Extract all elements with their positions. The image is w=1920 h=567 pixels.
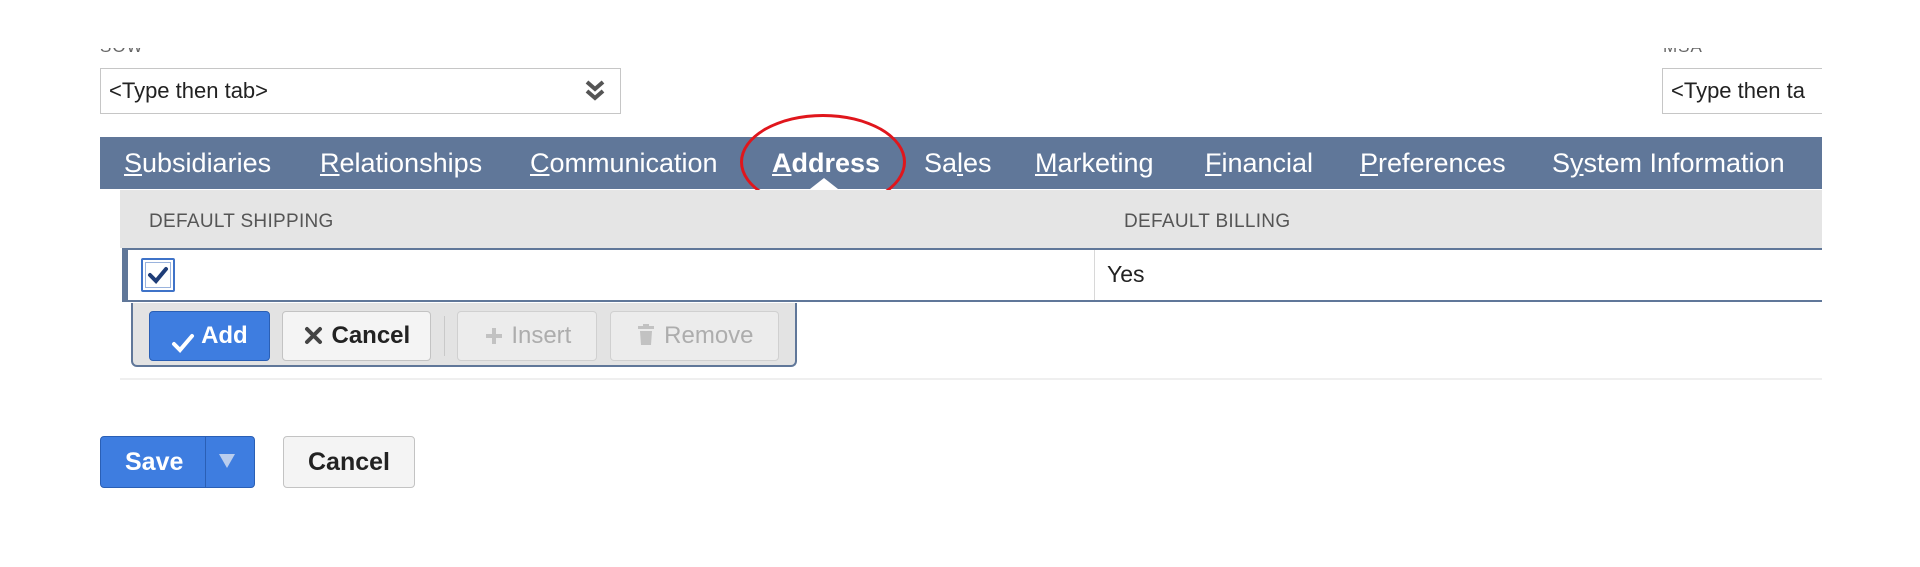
trash-icon (638, 324, 655, 345)
save-button[interactable]: Save (100, 436, 255, 488)
sow-placeholder: <Type then tab> (109, 78, 269, 103)
sublist-header: DEFAULT SHIPPING DEFAULT BILLING (120, 190, 1822, 248)
msa-input[interactable]: <Type then ta (1662, 68, 1822, 114)
tab-subsidiaries[interactable]: Subsidiaries (124, 137, 271, 189)
checkmark-icon (172, 334, 195, 353)
default-billing-value[interactable]: Yes (1107, 258, 1145, 290)
button-separator (444, 316, 445, 356)
remove-button[interactable]: Remove (610, 311, 779, 361)
tab-system-information[interactable]: System Information (1552, 137, 1785, 189)
remove-button-label: Remove (664, 322, 754, 349)
add-button-label: Add (201, 322, 248, 349)
column-default-shipping[interactable]: DEFAULT SHIPPING (149, 190, 334, 254)
insert-button-label: Insert (511, 322, 572, 349)
sublist-edit-row (122, 248, 1822, 302)
insert-button[interactable]: Insert (457, 311, 597, 361)
msa-label: MSA (1663, 38, 1703, 56)
sow-input[interactable]: <Type then tab> (100, 68, 621, 114)
tab-communication[interactable]: Communication (530, 137, 718, 189)
sublist-cancel-button[interactable]: Cancel (282, 311, 431, 361)
checkmark-icon (148, 267, 168, 284)
msa-placeholder: <Type then ta (1671, 78, 1805, 103)
tab-marketing[interactable]: Marketing (1035, 137, 1154, 189)
cancel-button[interactable]: Cancel (283, 436, 415, 488)
save-button-label: Save (125, 448, 184, 476)
column-default-billing[interactable]: DEFAULT BILLING (1124, 190, 1290, 254)
save-split-divider (205, 437, 206, 487)
row-indicator (122, 248, 128, 302)
subtab-bar: Subsidiaries Relationships Communication… (100, 137, 1822, 189)
sublist-cancel-label: Cancel (331, 322, 411, 349)
add-button[interactable]: Add (149, 311, 270, 361)
default-shipping-checkbox[interactable] (141, 258, 175, 292)
caret-down-icon[interactable] (219, 454, 235, 468)
tab-financial[interactable]: Financial (1205, 137, 1313, 189)
chevron-double-down-icon[interactable] (584, 78, 606, 104)
tab-relationships[interactable]: Relationships (320, 137, 482, 189)
active-tab-caret (810, 178, 838, 189)
plus-icon (485, 328, 502, 344)
sow-label: SOW (100, 38, 144, 56)
cell-divider (1094, 250, 1095, 300)
tab-preferences[interactable]: Preferences (1360, 137, 1506, 189)
tab-sales[interactable]: Sales (924, 137, 992, 189)
x-icon (304, 327, 322, 344)
